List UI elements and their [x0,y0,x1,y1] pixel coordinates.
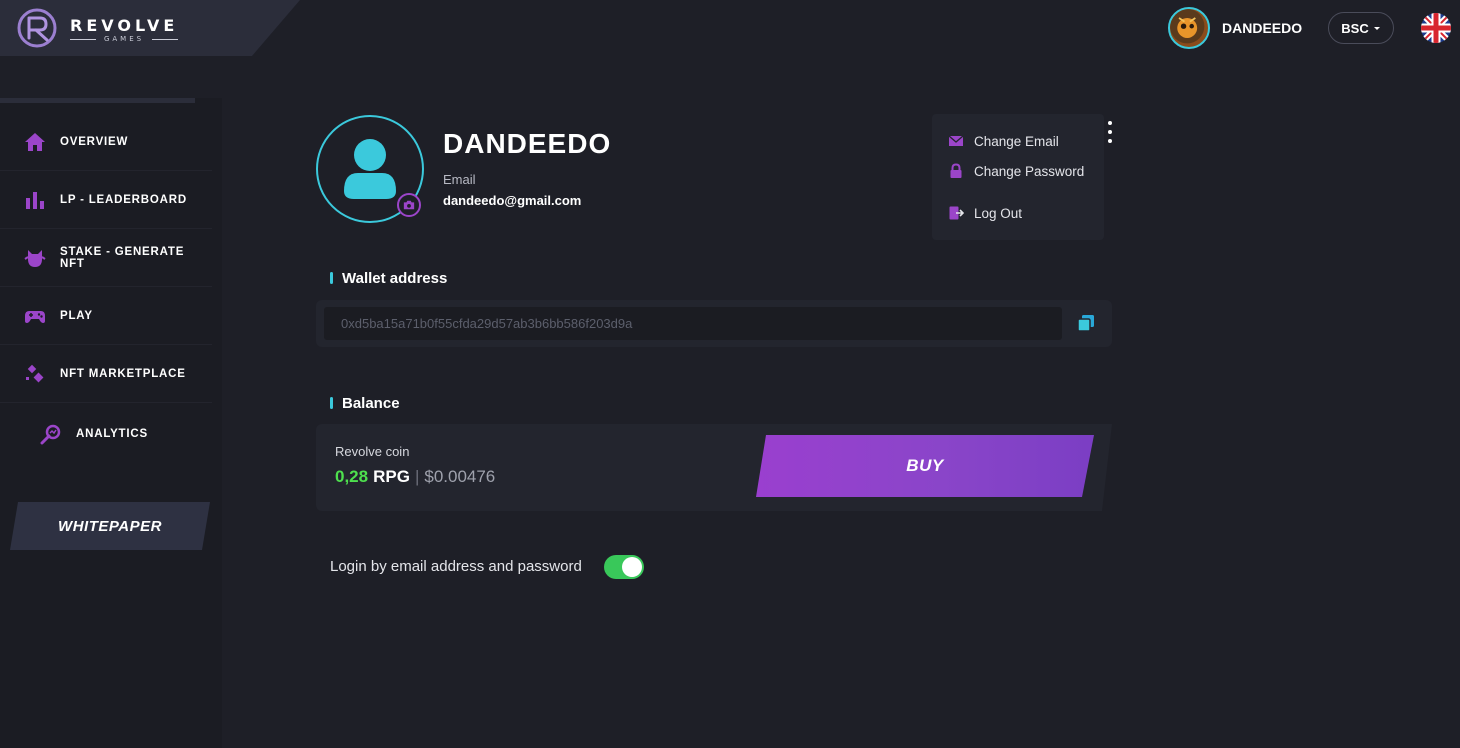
sidebar-item-marketplace[interactable]: NFT MARKETPLACE [0,345,212,403]
monster-icon [24,249,46,267]
brand-subtitle: GAMES [70,35,178,43]
change-email-label: Change Email [974,133,1059,149]
login-method-label: Login by email address and password [330,558,582,575]
user-avatar-image [1170,9,1205,44]
buy-button[interactable]: BUY [756,435,1094,497]
network-select-value: BSC [1341,20,1369,36]
camera-icon [403,200,415,210]
sidebar-item-label: ANALYTICS [76,428,148,440]
balance-card: Revolve coin 0,28 RPG | $0.00476 BUY [316,424,1112,511]
sidebar-item-stake[interactable]: STAKE - GENERATE NFT [0,229,212,287]
top-bar: REVOLVE GAMES DANDEEDO BSC [0,0,1460,58]
nft-icon [26,364,44,382]
revolve-logo-icon[interactable] [16,7,58,49]
header-username[interactable]: DANDEEDO [1222,20,1302,36]
login-toggle[interactable] [604,555,644,579]
sidebar-item-leaderboard[interactable]: LP - LEADERBOARD [0,171,212,229]
sidebar-item-label: PLAY [60,309,93,322]
change-password-item[interactable]: Change Password [948,163,1084,179]
bar-chart-icon [26,191,44,209]
sidebar-item-analytics[interactable]: ANALYTICS [0,405,212,463]
home-icon [25,132,45,151]
change-password-label: Change Password [974,163,1085,179]
sidebar-item-overview[interactable]: OVERVIEW [0,113,212,171]
sidebar-item-play[interactable]: PLAY [0,287,212,345]
profile-name: DANDEEDO [443,128,612,159]
balance-section-title: Balance [330,395,400,412]
coin-amount: 0,28 [335,467,369,486]
coin-label: Revolve coin [335,444,410,459]
sidebar-item-label: NFT MARKETPLACE [60,367,186,380]
network-select[interactable]: BSC [1328,12,1394,44]
log-out-item[interactable]: Log Out [948,205,1022,221]
envelope-icon [948,135,964,146]
lock-icon [950,163,962,178]
wallet-address-field[interactable]: 0xd5ba15a71b0f55cfda29d57ab3b6bb586f203d… [324,307,1062,340]
sidebar-top-edge [0,98,195,103]
chevron-down-icon [1373,27,1380,30]
log-out-label: Log Out [974,205,1023,221]
coin-usd-value: $0.00476 [424,467,496,486]
user-avatar[interactable] [1168,7,1210,49]
email-label: Email [443,172,476,187]
sidebar-item-label: OVERVIEW [60,135,129,148]
sidebar-item-label: LP - LEADERBOARD [60,193,187,206]
log-out-icon [949,206,964,220]
language-flag-icon[interactable] [1421,13,1451,43]
coin-separator: | [414,467,420,486]
sidebar-item-label: STAKE - GENERATE NFT [60,245,185,270]
wallet-section-title: Wallet address [330,270,447,287]
toggle-knob [622,557,642,577]
more-options-icon[interactable] [1104,121,1116,147]
gamepad-icon [25,310,45,323]
change-email-item[interactable]: Change Email [948,133,1059,149]
coin-unit: RPG [373,467,410,486]
sidebar: OVERVIEW LP - LEADERBOARD STAKE - GENERA… [0,98,222,748]
copy-icon[interactable] [1076,313,1096,333]
brand-name: REVOLVE [70,16,179,35]
whitepaper-button[interactable]: WHITEPAPER [10,502,210,550]
wallet-box: 0xd5ba15a71b0f55cfda29d57ab3b6bb586f203d… [316,300,1112,347]
coin-balance: 0,28 RPG | $0.00476 [335,467,495,487]
account-menu: Change Email Change Password Log Out [932,114,1104,240]
change-photo-button[interactable] [397,193,421,217]
analytics-icon [40,424,61,445]
email-value: dandeedo@gmail.com [443,193,582,208]
